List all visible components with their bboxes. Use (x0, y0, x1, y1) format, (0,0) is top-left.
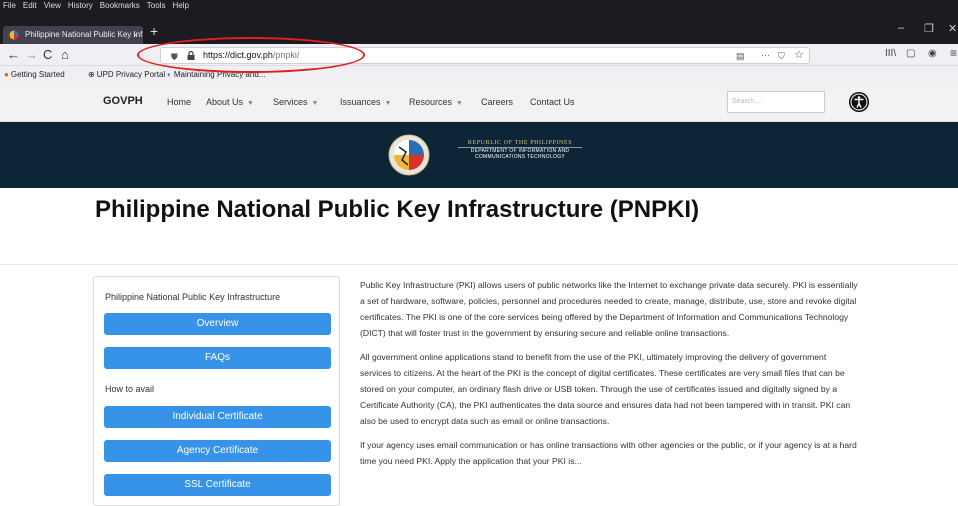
nav-careers[interactable]: Careers (481, 97, 513, 107)
banner-republic-text: REPUBLIC OF THE PHILIPPINES (467, 140, 573, 146)
agency-certificate-button[interactable]: Agency Certificate (104, 440, 331, 462)
pocket-icon[interactable]: ⛉ (778, 49, 785, 64)
sidebar-title: Philippine National Public Key Infrastru… (105, 292, 281, 302)
how-to-avail-label: How to avail (105, 384, 155, 394)
tab-title: Philippine National Public Key Infr... (25, 30, 143, 39)
nav-contact-us[interactable]: Contact Us (530, 97, 575, 107)
govph-brand[interactable]: GOVPH (103, 95, 143, 107)
tab-close-icon[interactable]: × (133, 26, 138, 44)
sidebar-icon[interactable]: ▢ (906, 48, 915, 59)
dict-seal-logo[interactable] (386, 134, 432, 176)
home-icon[interactable]: ⌂ (61, 47, 69, 63)
paragraph-benefits: All government online applications stand… (360, 352, 851, 426)
chevron-down-icon: ▼ (247, 100, 254, 107)
close-window-icon[interactable]: ✕ (948, 22, 957, 35)
menu-edit[interactable]: Edit (23, 0, 37, 11)
main-content: Public Key Infrastructure (PKI) allows u… (360, 277, 860, 477)
app-menu-icon[interactable]: ≡ (950, 46, 957, 60)
minimize-icon[interactable]: – (898, 22, 904, 34)
menu-help[interactable]: Help (172, 0, 188, 11)
bookmark-star-icon[interactable]: ☆ (794, 48, 804, 63)
browser-tab[interactable]: Philippine National Public Key Infr... × (3, 26, 143, 44)
page-title: Philippine National Public Key Infrastru… (95, 196, 700, 223)
library-icon[interactable]: III\ (885, 48, 896, 59)
accessibility-icon[interactable] (849, 92, 869, 112)
paragraph-agency: If your agency uses email communication … (360, 440, 857, 466)
reader-view-icon[interactable]: ▤ (736, 49, 745, 64)
ssl-certificate-button[interactable]: SSL Certificate (104, 474, 331, 496)
banner-department-text-2: COMMUNICATIONS TECHNOLOGY (474, 154, 566, 160)
back-icon[interactable]: ← (7, 47, 20, 63)
url-highlight-annotation (137, 37, 365, 73)
nav-issuances[interactable]: Issuances ▼ (340, 97, 391, 107)
firefox-icon: ● (4, 70, 9, 79)
edge-icon: ◐ (167, 70, 172, 79)
page-actions-icon[interactable]: ··· (761, 48, 770, 63)
bookmarks-toolbar: ● Getting Started ⊕ UPD Privacy Portal ◐ Ma… (0, 66, 958, 83)
nav-home[interactable]: Home (167, 97, 191, 107)
bookmark-upd-privacy-portal[interactable]: ⊕ UPD Privacy Portal (88, 66, 165, 83)
divider (0, 264, 958, 265)
chevron-down-icon: ▼ (384, 100, 392, 107)
overview-button[interactable]: Overview (104, 313, 331, 335)
chevron-down-icon: ▼ (311, 100, 319, 107)
menu-bookmarks[interactable]: Bookmarks (100, 0, 140, 11)
tab-strip: Philippine National Public Key Infr... ×… (0, 11, 958, 44)
faqs-button[interactable]: FAQs (104, 347, 331, 369)
site-search-input[interactable]: Search ... (727, 91, 825, 113)
globe-icon: ⊕ (88, 70, 95, 79)
menu-history[interactable]: History (68, 0, 93, 11)
chevron-down-icon: ▼ (456, 100, 463, 107)
bookmark-getting-started[interactable]: ● Getting Started (4, 66, 65, 83)
paragraph-intro: Public Key Infrastructure (PKI) allows u… (360, 280, 858, 338)
individual-certificate-button[interactable]: Individual Certificate (104, 406, 331, 428)
account-icon[interactable]: ◉ (928, 48, 937, 59)
nav-resources[interactable]: Resources ▼ (409, 97, 463, 107)
reload-icon[interactable]: C (43, 47, 52, 63)
dict-banner: REPUBLIC OF THE PHILIPPINES DEPARTMENT O… (0, 122, 958, 188)
pnpki-sidebar: Philippine National Public Key Infrastru… (93, 276, 340, 506)
menu-file[interactable]: File (3, 0, 16, 11)
new-tab-icon[interactable]: + (150, 23, 158, 39)
browser-menubar: File Edit View History Bookmarks Tools H… (0, 0, 958, 11)
menu-tools[interactable]: Tools (147, 0, 166, 11)
menu-view[interactable]: View (44, 0, 61, 11)
nav-services[interactable]: Services ▼ (273, 97, 318, 107)
forward-icon[interactable]: → (25, 47, 38, 63)
site-navbar: GOVPH Home About Us ▼ Services ▼ Issuances… (0, 83, 958, 122)
dict-favicon-icon (9, 30, 19, 40)
nav-about-us[interactable]: About Us ▼ (206, 97, 254, 107)
restore-icon[interactable]: ❐ (924, 22, 934, 35)
